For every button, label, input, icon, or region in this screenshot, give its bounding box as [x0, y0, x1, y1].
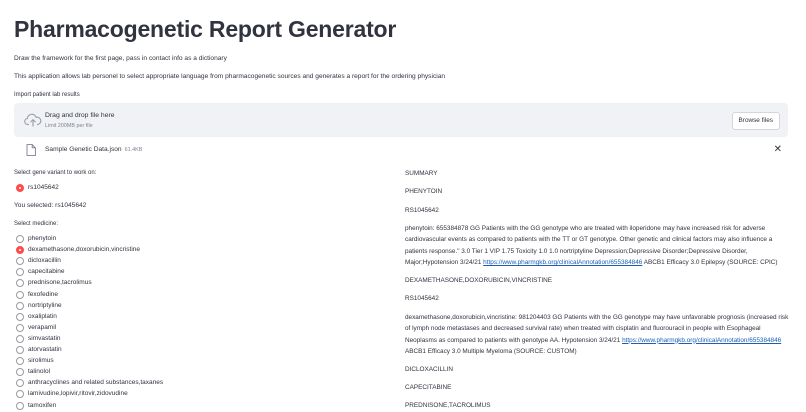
intro-text-2: This application allows lab personel to … — [14, 73, 446, 80]
medicine-option-label: lamivudine,lopivir,ritovir,zidovudine — [28, 390, 128, 398]
medicine-option-label: prednisone,tacrolimus — [28, 279, 92, 287]
radio-unchecked-icon — [16, 290, 24, 299]
radio-unchecked-icon — [16, 357, 24, 366]
summary-variant-heading: RS1045642 — [405, 207, 439, 214]
radio-unchecked-icon — [16, 379, 24, 388]
gene-select-label: Select gene variant to work on: — [14, 170, 97, 176]
medicine-option-label: nortriptyline — [28, 301, 62, 309]
uploaded-file-row: Sample Genetic Data.json 61.4KB ✕ — [14, 142, 788, 160]
summary-heading: SUMMARY — [405, 170, 438, 177]
remove-file-button[interactable]: ✕ — [774, 144, 782, 156]
medicine-option-label: tamoxifen — [28, 401, 57, 409]
radio-unchecked-icon — [16, 301, 24, 310]
medicine-option-label: anthracyclines and related substances,ta… — [28, 379, 164, 387]
radio-unchecked-icon — [16, 334, 24, 343]
summary-tail: ABCB1 Efficacy 3.0 Epilepsy (SOURCE: CPI… — [642, 258, 778, 266]
radio-checked-icon — [16, 246, 24, 255]
you-selected-text: You selected: rs1045642 — [14, 202, 87, 209]
upload-cloud-icon — [24, 113, 42, 127]
dropzone-limit: Limit 200MB per file — [45, 123, 93, 129]
medicine-option-label: simvastatin — [28, 334, 61, 342]
uploader-label: Import patient lab results — [14, 92, 80, 98]
file-dropzone[interactable]: Drag and drop file here Limit 200MB per … — [14, 103, 788, 137]
radio-unchecked-icon — [16, 268, 24, 277]
file-name-text: Sample Genetic Data.json — [45, 146, 122, 153]
summary-drug-heading: PREDNISONE,TACROLIMUS — [405, 402, 491, 409]
page-title: Pharmacogenetic Report Generator — [14, 16, 397, 42]
radio-unchecked-icon — [16, 235, 24, 243]
medicine-option-label: capecitabine — [28, 268, 65, 276]
summary-drug-heading: CAPECITABINE — [405, 384, 452, 391]
summary-paragraph: phenytoin: 655384878 GG Patients with th… — [405, 223, 789, 268]
radio-checked-icon — [16, 184, 24, 192]
radio-unchecked-icon — [16, 312, 24, 321]
medicine-select-label: Select medicine: — [14, 221, 59, 227]
medicine-option-label: phenytoin — [28, 235, 57, 242]
summary-drug-heading: DEXAMETHASONE,DOXORUBICIN,VINCRISTINE — [405, 277, 553, 284]
radio-unchecked-icon — [16, 257, 24, 266]
radio-unchecked-icon — [16, 279, 24, 288]
medicine-option-label: oxaliplatin — [28, 312, 57, 320]
radio-unchecked-icon — [16, 323, 24, 332]
radio-unchecked-icon — [16, 368, 24, 377]
pharmgkb-link[interactable]: https://www.pharmgkb.org/clinicalAnnotat… — [622, 337, 781, 344]
file-icon — [26, 144, 36, 156]
radio-unchecked-icon — [16, 401, 24, 410]
medicine-option-label: dicloxacillin — [28, 257, 61, 265]
file-size: 61.4KB — [124, 147, 143, 153]
medicine-option-label: verapamil — [28, 323, 57, 331]
summary-tail: ABCB1 Efficacy 3.0 Multiple Myeloma (SOU… — [405, 347, 577, 355]
summary-variant-heading: RS1045642 — [405, 295, 439, 302]
radio-unchecked-icon — [16, 390, 24, 399]
summary-drug-heading: DICLOXACILLIN — [405, 366, 453, 373]
dropzone-text: Drag and drop file here — [45, 112, 115, 119]
intro-text-1: Draw the framework for the first page, p… — [14, 55, 227, 62]
medicine-option-label: fexofedine — [28, 290, 58, 298]
summary-drug-heading: PHENYTOIN — [405, 188, 443, 195]
radio-unchecked-icon — [16, 346, 24, 354]
medicine-option-label: dexamethasone,doxorubicin,vincristine — [28, 246, 141, 254]
medicine-option-label: sirolimus — [28, 357, 54, 365]
summary-paragraph: dexamethasone,doxorubicin,vincristine: 9… — [405, 312, 789, 357]
gene-option-label: rs1045642 — [28, 184, 59, 191]
browse-files-button[interactable]: Browse files — [731, 112, 780, 130]
uploaded-file-name: Sample Genetic Data.json 61.4KB — [45, 146, 142, 153]
medicine-option-label: atorvastatin — [28, 346, 62, 353]
medicine-option-label: talinolol — [28, 368, 51, 376]
pharmgkb-link[interactable]: https://www.pharmgkb.org/clinicalAnnotat… — [483, 259, 642, 266]
